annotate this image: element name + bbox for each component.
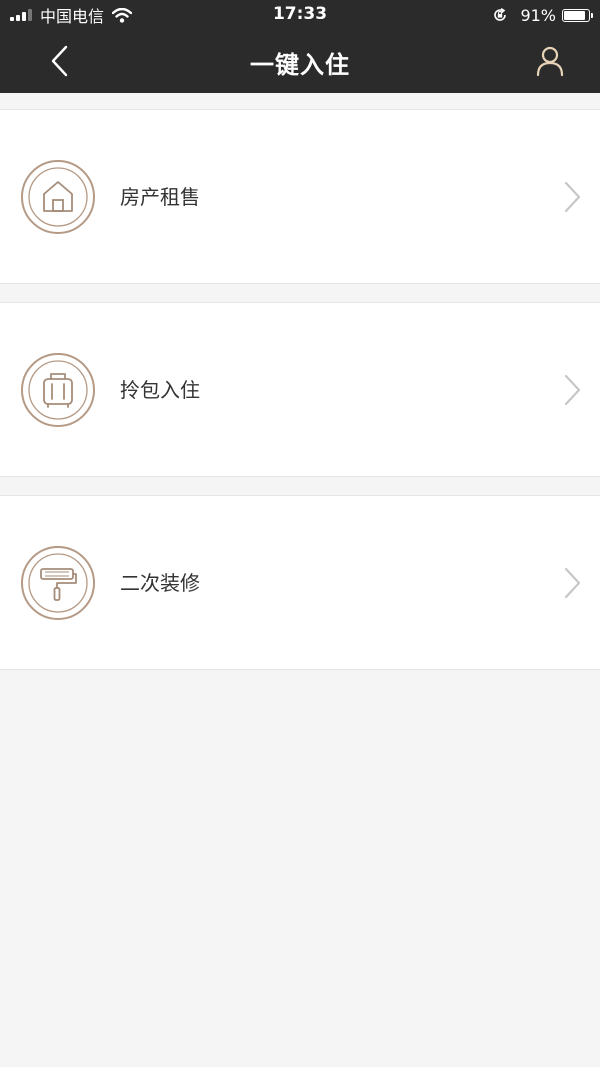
page-title: 一键入住 bbox=[250, 51, 350, 79]
chevron-right-icon bbox=[564, 567, 581, 598]
status-right: 91% bbox=[492, 4, 593, 26]
battery-percent: 91% bbox=[520, 5, 556, 25]
orientation-lock-icon bbox=[494, 7, 507, 21]
battery-fill bbox=[564, 10, 585, 20]
menu-item-renovation[interactable]: 二次装修 bbox=[0, 495, 600, 670]
menu-item-move-in-ready[interactable]: 拎包入住 bbox=[0, 302, 600, 477]
status-bar: 中国电信 17:33 91% bbox=[0, 0, 600, 30]
user-icon bbox=[536, 46, 564, 77]
house-icon bbox=[21, 159, 95, 234]
luggage-icon bbox=[21, 352, 95, 427]
menu-item-label: 二次装修 bbox=[120, 570, 200, 595]
chevron-right-icon bbox=[564, 374, 581, 405]
menu-item-label: 房产租售 bbox=[120, 184, 200, 209]
nav-bar: 一键入住 bbox=[0, 30, 600, 93]
user-button[interactable] bbox=[530, 42, 570, 82]
chevron-right-icon bbox=[564, 181, 581, 212]
menu-item-label: 拎包入住 bbox=[120, 377, 200, 402]
battery-icon bbox=[562, 8, 593, 22]
paint-roller-icon bbox=[21, 545, 95, 620]
menu-item-property-rental[interactable]: 房产租售 bbox=[0, 109, 600, 284]
